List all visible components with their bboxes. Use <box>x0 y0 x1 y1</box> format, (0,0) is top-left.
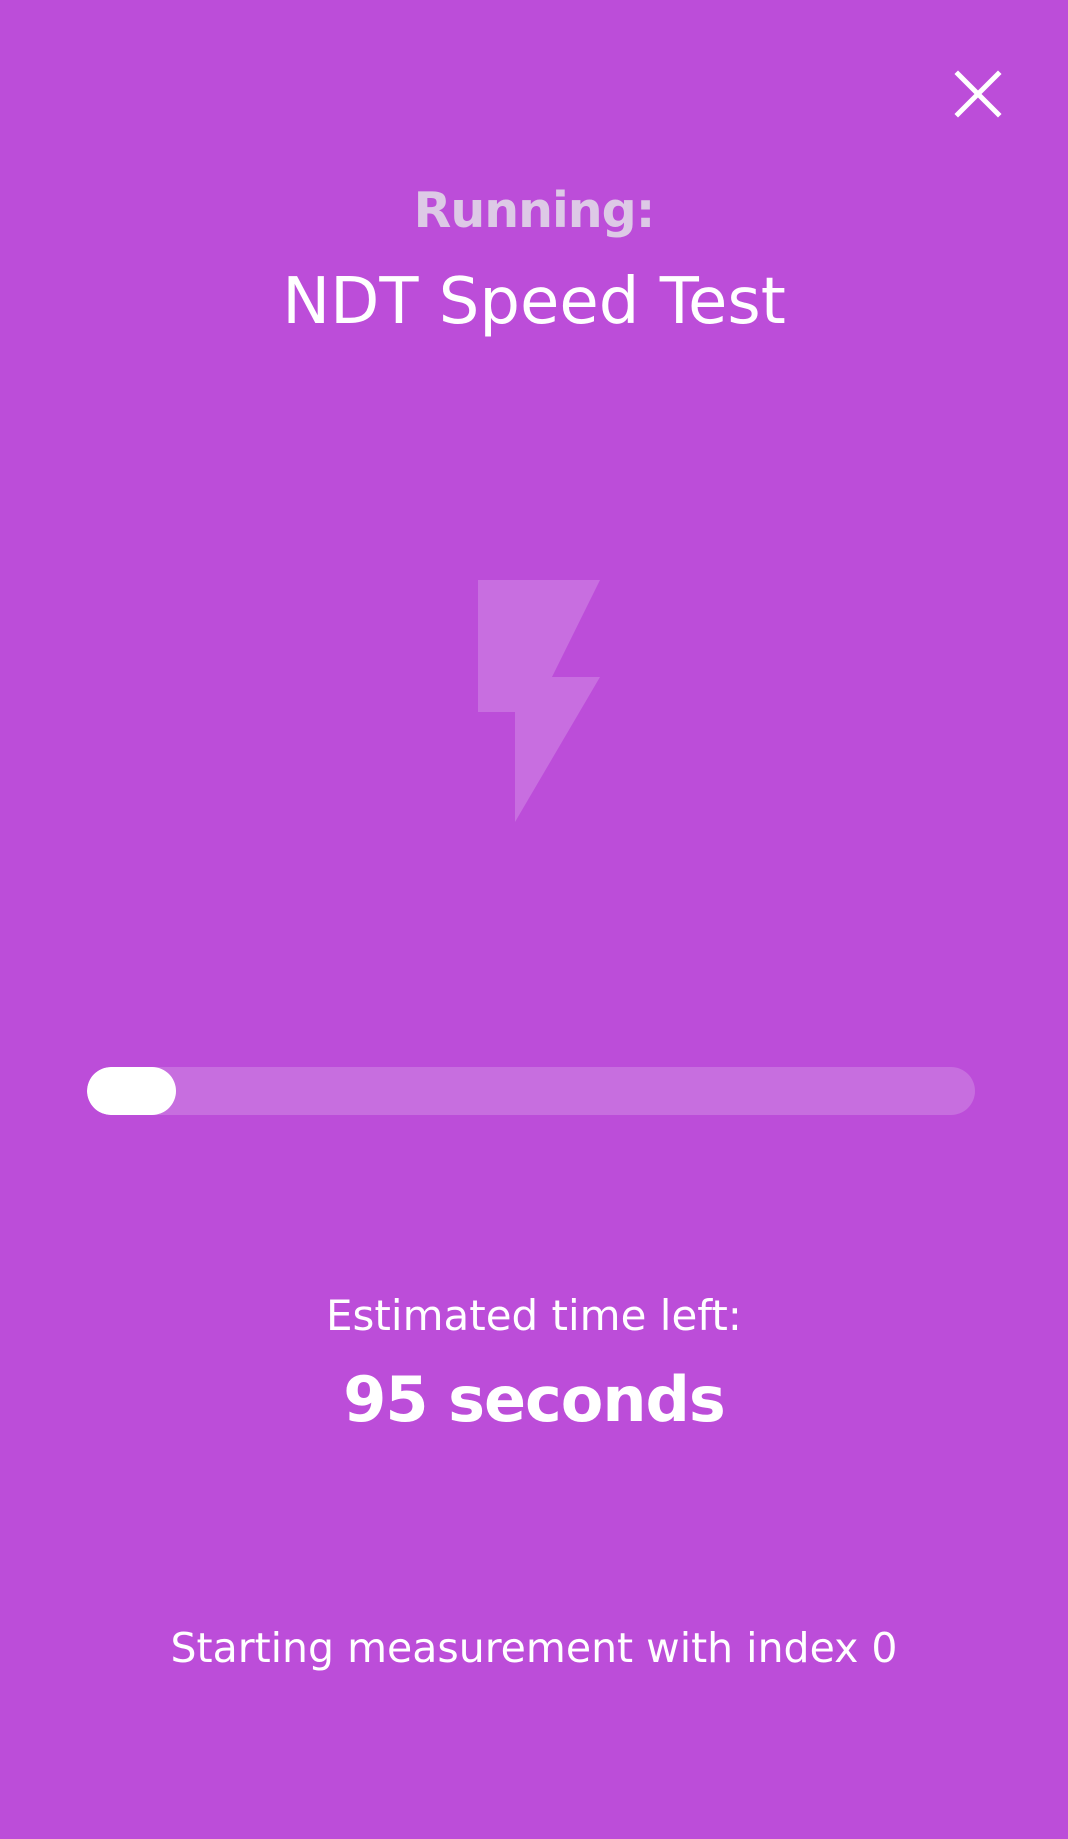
close-button[interactable] <box>950 66 1006 122</box>
status-log-text: Starting measurement with index 0 <box>170 1624 898 1672</box>
lightning-bolt-icon <box>478 580 600 822</box>
progress-bar <box>87 1067 975 1115</box>
progress-bar-fill <box>87 1067 176 1115</box>
close-icon <box>954 70 1002 118</box>
running-label: Running: <box>413 182 656 239</box>
estimated-time-label: Estimated time left: <box>326 1291 742 1340</box>
estimated-time-value: 95 seconds <box>343 1363 726 1436</box>
test-name-title: NDT Speed Test <box>282 265 786 339</box>
